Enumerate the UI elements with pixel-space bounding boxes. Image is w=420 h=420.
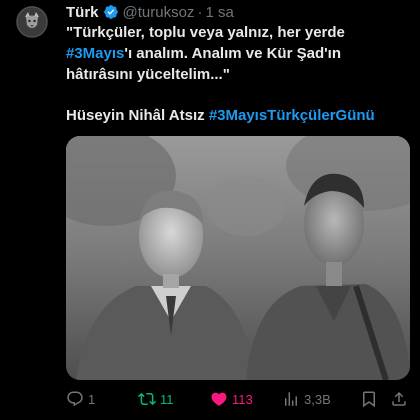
- views-chart-icon: [285, 392, 297, 406]
- post-time[interactable]: 1 sa: [205, 4, 233, 21]
- header-separator: ·: [197, 3, 203, 21]
- heart-icon: [211, 392, 227, 406]
- reply-icon: [67, 391, 83, 407]
- share-icon: [392, 391, 406, 406]
- like-button[interactable]: 113: [210, 388, 253, 410]
- retweet-icon: [138, 392, 156, 406]
- tweet-header: Türk @turuksoz · 1 sa: [66, 2, 234, 22]
- verified-badge-icon: [103, 4, 119, 20]
- photo-image: [66, 136, 410, 380]
- reply-button[interactable]: 1: [66, 388, 95, 410]
- tweet-photo[interactable]: [66, 136, 410, 380]
- like-count: 113: [232, 391, 253, 407]
- tweet-text: "Türkçüler, toplu veya yalnız, her yerde…: [66, 22, 411, 126]
- quote-line-1: "Türkçüler, toplu veya yalnız, her yerde: [66, 24, 345, 41]
- views-button[interactable]: 3,3B: [282, 388, 331, 410]
- bookmark-icon: [363, 391, 375, 408]
- tweet-actions: 1 11 113 3,3B: [66, 388, 410, 410]
- reply-count: 1: [88, 391, 96, 407]
- quote-line-3: hâtırâsını yüceltelim...": [66, 66, 230, 83]
- avatar[interactable]: [16, 6, 48, 38]
- retweet-button[interactable]: 11: [138, 388, 174, 410]
- signature-name: Hüseyin Nihâl Atsız: [66, 107, 205, 124]
- hashtag-3mayisturkculergunu[interactable]: #3MayısTürkçülerGünü: [209, 107, 375, 124]
- quote-line-2: 'ı analım. Analım ve Kür Şad'ın: [124, 45, 342, 62]
- author-handle[interactable]: @turuksoz: [123, 4, 195, 21]
- views-count: 3,3B: [304, 391, 331, 407]
- author-name[interactable]: Türk: [66, 4, 99, 21]
- hashtag-3mayis[interactable]: #3Mayıs: [66, 45, 124, 62]
- share-button[interactable]: [390, 388, 408, 410]
- wolf-emblem-icon: [16, 6, 48, 38]
- retweet-count: 11: [160, 391, 174, 407]
- bookmark-button[interactable]: [360, 388, 378, 410]
